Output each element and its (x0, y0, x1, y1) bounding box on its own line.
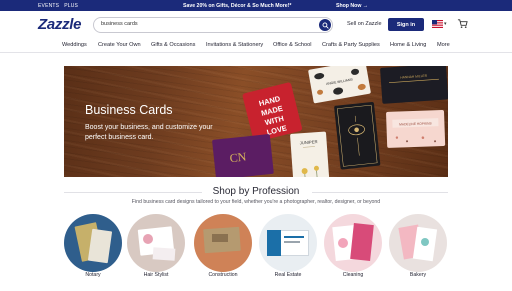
category-label[interactable]: Notary (64, 272, 122, 278)
category-label[interactable]: Construction (194, 272, 252, 278)
promo-left-links: EVENTS PLUS (38, 3, 78, 9)
category-label[interactable]: Hair Stylist (127, 272, 185, 278)
cart-icon[interactable] (457, 18, 468, 29)
category-cleaning[interactable]: Cleaning (324, 214, 382, 278)
hero-title: Business Cards (85, 103, 173, 117)
search-button[interactable] (319, 19, 331, 31)
search-input[interactable] (101, 21, 311, 27)
category-notary[interactable]: Notary (64, 214, 122, 278)
promo-bar: EVENTS PLUS Save 20% on Gifts, Décor & S… (0, 0, 512, 11)
category-real-estate[interactable]: Real Estate (259, 214, 317, 278)
promo-message: Save 20% on Gifts, Décor & So Much More!… (183, 2, 292, 9)
zazzle-logo[interactable]: Zazzle (38, 16, 82, 33)
sell-on-zazzle-link[interactable]: Sell on Zazzle (347, 21, 382, 27)
nav-item-create-your-own[interactable]: Create Your Own (98, 42, 141, 48)
nav-item-more[interactable]: More (437, 42, 450, 48)
nav-item-home-living[interactable]: Home & Living (390, 42, 426, 48)
hero-banner[interactable]: HAND MADE WITH LOVE ANGIE WILLIAMS HANNA… (64, 66, 448, 177)
section-title: Shop by Profession (212, 186, 300, 197)
section-subtitle: Find business card designs tailored to y… (131, 199, 381, 205)
nav-item-invitations-stationery[interactable]: Invitations & Stationery (206, 42, 263, 48)
nav-item-crafts-party[interactable]: Crafts & Party Supplies (322, 42, 380, 48)
category-construction[interactable]: Construction (194, 214, 252, 278)
category-label[interactable]: Real Estate (259, 272, 317, 278)
category-label[interactable]: Cleaning (324, 272, 382, 278)
category-hair-stylist[interactable]: Hair Stylist (127, 214, 185, 278)
category-image-construction[interactable] (194, 214, 252, 272)
promo-link-events[interactable]: EVENTS (38, 3, 59, 9)
category-image-notary[interactable] (64, 214, 122, 272)
chevron-down-icon[interactable]: ▾ (444, 21, 447, 27)
hero-subtitle: Boost your business, and customize your … (85, 124, 213, 141)
promo-shop-now-link[interactable]: Shop Now → (336, 3, 368, 9)
nav-item-gifts-occasions[interactable]: Gifts & Occasions (151, 42, 195, 48)
search-icon (322, 22, 329, 29)
business-cards-illustration: HAND MADE WITH LOVE ANGIE WILLIAMS HANNA… (212, 66, 448, 177)
signin-button[interactable]: Sign in (388, 18, 424, 31)
category-nav: Weddings Create Your Own Gifts & Occasio… (0, 38, 512, 53)
promo-link-plus[interactable]: PLUS (64, 3, 78, 9)
category-image-cleaning[interactable] (324, 214, 382, 272)
category-bakery[interactable]: Bakery (389, 214, 447, 278)
category-image-hair-stylist[interactable] (127, 214, 185, 272)
us-flag-icon[interactable] (432, 20, 443, 28)
nav-item-office-school[interactable]: Office & School (273, 42, 311, 48)
category-image-real-estate[interactable] (259, 214, 317, 272)
category-label[interactable]: Bakery (389, 272, 447, 278)
svg-text:CN: CN (229, 150, 247, 166)
category-image-bakery[interactable] (389, 214, 447, 272)
search-bar (93, 17, 333, 33)
nav-item-weddings[interactable]: Weddings (62, 42, 87, 48)
